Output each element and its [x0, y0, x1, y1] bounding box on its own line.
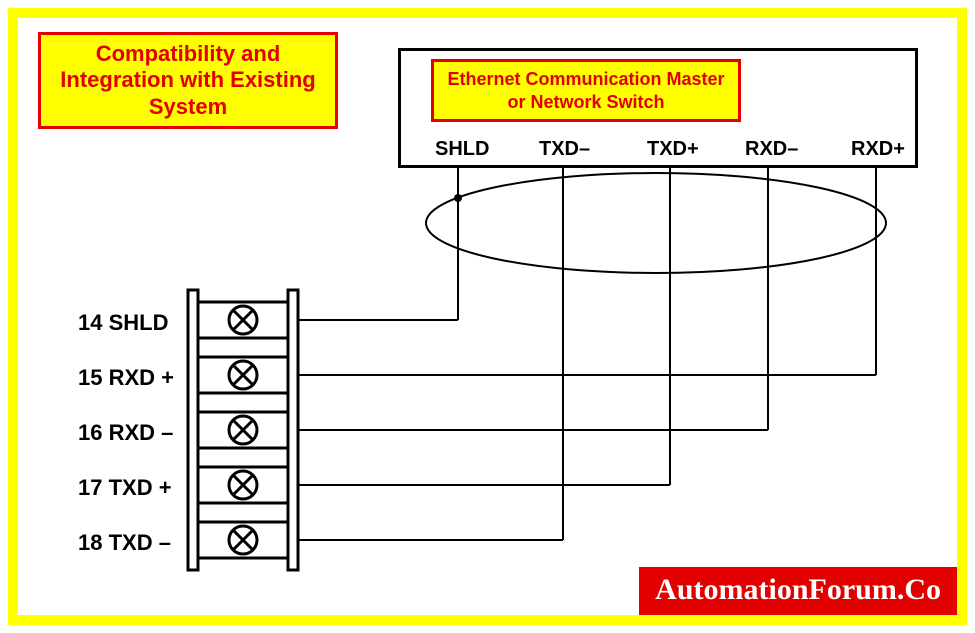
wiring-diagram	[18, 18, 957, 615]
watermark-text: AutomationForum.Co	[655, 573, 941, 606]
watermark: AutomationForum.Co	[639, 567, 957, 615]
diagram-frame: Compatibility and Integration with Exist…	[8, 8, 967, 625]
